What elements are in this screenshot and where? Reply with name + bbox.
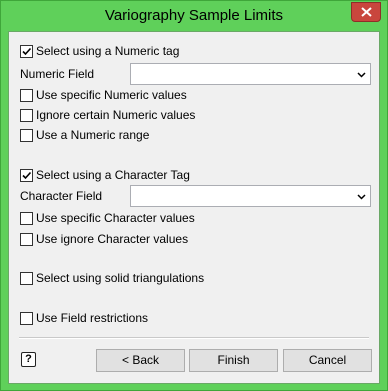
- character-specific-checkbox[interactable]: Use specific Character values: [20, 210, 195, 226]
- numeric-ignore-label: Ignore certain Numeric values: [36, 108, 196, 122]
- checkbox[interactable]: [20, 211, 33, 225]
- checkmark-icon: [22, 47, 32, 55]
- numeric-field-select[interactable]: [130, 63, 371, 85]
- numeric-range-label: Use a Numeric range: [36, 128, 150, 142]
- field-restrictions-checkbox[interactable]: Use Field restrictions: [20, 310, 148, 326]
- checkbox[interactable]: [20, 168, 33, 182]
- checkbox[interactable]: [20, 232, 33, 246]
- checkbox[interactable]: [20, 128, 33, 142]
- checkbox[interactable]: [20, 44, 33, 58]
- divider: [19, 337, 369, 339]
- field-restrictions-label: Use Field restrictions: [36, 311, 149, 325]
- help-icon[interactable]: ?: [21, 352, 36, 367]
- close-button[interactable]: [351, 2, 381, 22]
- finish-button[interactable]: Finish: [189, 349, 278, 372]
- window-title: Variography Sample Limits: [104, 7, 284, 24]
- close-icon: [361, 7, 372, 17]
- dialog-window: Variography Sample Limits Select using a…: [0, 0, 388, 391]
- checkmark-icon: [22, 171, 32, 179]
- character-field-label: Character Field: [20, 189, 103, 203]
- character-ignore-label: Use ignore Character values: [36, 232, 189, 246]
- numeric-range-checkbox[interactable]: Use a Numeric range: [20, 127, 149, 143]
- character-specific-label: Use specific Character values: [36, 211, 195, 225]
- numeric-field-label: Numeric Field: [20, 67, 95, 81]
- numeric-ignore-checkbox[interactable]: Ignore certain Numeric values: [20, 107, 195, 123]
- checkbox[interactable]: [20, 271, 33, 285]
- character-tag-label: Select using a Character Tag: [36, 168, 190, 182]
- numeric-tag-checkbox[interactable]: Select using a Numeric tag: [20, 43, 179, 59]
- character-ignore-checkbox[interactable]: Use ignore Character values: [20, 231, 188, 247]
- checkbox[interactable]: [20, 311, 33, 325]
- numeric-specific-label: Use specific Numeric values: [36, 88, 187, 102]
- checkbox[interactable]: [20, 88, 33, 102]
- numeric-specific-checkbox[interactable]: Use specific Numeric values: [20, 87, 187, 103]
- back-button[interactable]: < Back: [96, 349, 185, 372]
- character-field-select[interactable]: [130, 185, 371, 207]
- chevron-down-icon: [357, 194, 366, 200]
- chevron-down-icon: [357, 72, 366, 78]
- cancel-button[interactable]: Cancel: [283, 349, 372, 372]
- checkbox[interactable]: [20, 108, 33, 122]
- title-bar[interactable]: Variography Sample Limits: [1, 1, 387, 31]
- solid-triangulation-checkbox[interactable]: Select using solid triangulations: [20, 270, 204, 286]
- numeric-tag-label: Select using a Numeric tag: [36, 44, 180, 58]
- character-tag-checkbox[interactable]: Select using a Character Tag: [20, 167, 190, 183]
- dialog-body: Select using a Numeric tag Numeric Field…: [8, 31, 380, 384]
- solid-triangulation-label: Select using solid triangulations: [36, 271, 205, 285]
